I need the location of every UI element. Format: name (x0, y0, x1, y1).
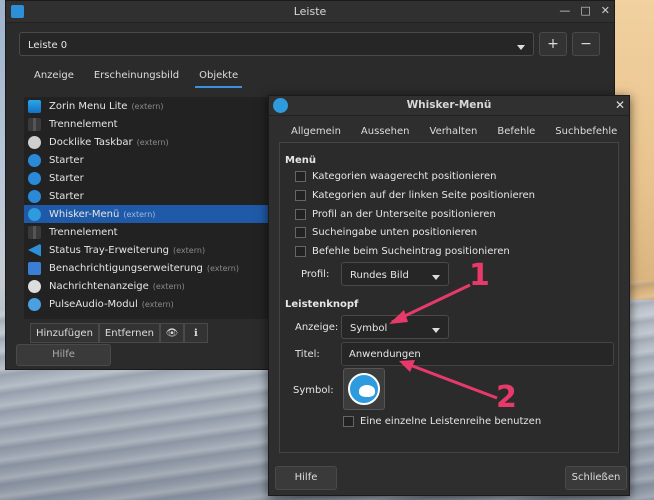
checkbox[interactable] (295, 227, 306, 238)
tab-erscheinungsbild[interactable]: Erscheinungsbild (84, 64, 189, 88)
chevron-down-icon (432, 275, 440, 280)
list-item[interactable]: Zorin Menu Lite (extern) (24, 97, 270, 115)
panel-select[interactable]: Leiste 0 (19, 32, 534, 56)
main-help-button[interactable]: Hilfe (16, 344, 111, 366)
chevron-down-icon (432, 328, 440, 333)
tray-icon (28, 243, 41, 257)
zorin-icon (28, 99, 41, 113)
separator-icon (28, 225, 41, 239)
maximize-icon[interactable]: □ (580, 4, 590, 17)
list-item[interactable]: Trennelement (24, 115, 270, 133)
checkbox[interactable] (295, 246, 306, 257)
separator-icon (28, 117, 41, 131)
dialog-titlebar: Whisker-Menü ✕ (269, 96, 629, 116)
eye-icon[interactable]: 👁 (159, 323, 184, 343)
tab-aussehen[interactable]: Aussehen (351, 120, 420, 144)
checkbox-search-bottom[interactable]: Sucheingabe unten positionieren (295, 227, 477, 238)
annotation-label-1: 1 (469, 258, 490, 293)
checkbox[interactable] (295, 190, 306, 201)
checkbox-profile-bottom[interactable]: Profil an der Unterseite positionieren (295, 209, 496, 220)
launcher-icon (28, 189, 41, 203)
list-item[interactable]: Status Tray-Erweiterung (extern) (24, 241, 270, 259)
dialog-title: Whisker-Menü (406, 99, 492, 111)
list-item[interactable]: Trennelement (24, 223, 270, 241)
list-item[interactable]: Starter (24, 187, 270, 205)
dialog-tabs: Allgemein Aussehen Verhalten Befehle Suc… (281, 120, 627, 144)
checkbox[interactable] (343, 416, 354, 427)
checkbox-horizontal-categories[interactable]: Kategorien waagerecht positionieren (295, 171, 496, 182)
item-toolbar: Hinzufügen Entfernen 👁 ℹ (30, 323, 208, 343)
remove-panel-button[interactable]: − (572, 32, 600, 56)
list-item-selected[interactable]: Whisker-Menü (extern) (24, 205, 270, 223)
symbol-label: Symbol: (293, 385, 334, 396)
checkbox-commands-search[interactable]: Befehle beim Sucheintrag positionieren (295, 246, 510, 257)
list-item[interactable]: Starter (24, 151, 270, 169)
chevron-down-icon (517, 45, 525, 50)
tab-verhalten[interactable]: Verhalten (420, 120, 488, 144)
whisker-icon (348, 373, 380, 405)
tab-objekte[interactable]: Objekte (189, 64, 248, 88)
remove-item-button[interactable]: Entfernen (98, 323, 160, 343)
main-tabs: Anzeige Erscheinungsbild Objekte (24, 64, 248, 88)
checkbox[interactable] (295, 171, 306, 182)
docklike-icon (28, 135, 41, 149)
close-icon[interactable]: ✕ (601, 4, 610, 17)
whisker-menu-dialog: Whisker-Menü ✕ Allgemein Aussehen Verhal… (268, 95, 630, 496)
dialog-close-button[interactable]: Schließen (565, 466, 627, 490)
launcher-icon (28, 171, 41, 185)
list-item[interactable]: Starter (24, 169, 270, 187)
title-label: Titel: (295, 349, 320, 360)
symbol-button[interactable] (343, 368, 385, 410)
display-label: Anzeige: (295, 322, 339, 333)
panel-select-value: Leiste 0 (28, 40, 68, 51)
appearance-panel (279, 142, 619, 453)
dialog-help-button[interactable]: Hilfe (275, 466, 337, 490)
annotation-label-2: 2 (496, 380, 517, 415)
menu-section-title: Menü (285, 155, 316, 166)
checkbox[interactable] (295, 209, 306, 220)
add-panel-button[interactable]: + (539, 32, 567, 56)
close-icon[interactable]: ✕ (615, 98, 625, 112)
profile-select[interactable]: Rundes Bild (341, 262, 449, 286)
tab-allgemein[interactable]: Allgemein (281, 120, 351, 144)
list-item[interactable]: Nachrichtenanzeige (extern) (24, 277, 270, 295)
list-item[interactable]: PulseAudio-Modul (extern) (24, 295, 270, 313)
notification-icon (28, 261, 41, 275)
pulseaudio-icon (28, 297, 41, 311)
tab-befehle[interactable]: Befehle (487, 120, 545, 144)
main-titlebar: Leiste — □ ✕ (6, 1, 614, 23)
tab-anzeige[interactable]: Anzeige (24, 64, 84, 88)
add-item-button[interactable]: Hinzufügen (30, 323, 99, 343)
main-window-title: Leiste (293, 5, 327, 18)
display-select[interactable]: Symbol (341, 315, 449, 339)
list-item[interactable]: Benachrichtigungserweiterung (extern) (24, 259, 270, 277)
info-icon[interactable]: ℹ (183, 323, 208, 343)
launcher-icon (28, 153, 41, 167)
panel-button-section-title: Leistenknopf (285, 299, 359, 310)
profile-label: Profil: (301, 269, 330, 280)
list-item[interactable]: Docklike Taskbar (extern) (24, 133, 270, 151)
whisker-icon (28, 207, 41, 221)
checkbox-single-row[interactable]: Eine einzelne Leistenreihe benutzen (343, 416, 541, 427)
panel-items-list: Zorin Menu Lite (extern) Trennelement Doc… (24, 97, 270, 319)
title-input[interactable]: Anwendungen (341, 342, 614, 366)
minimize-icon[interactable]: — (559, 4, 570, 17)
tab-suchbefehle[interactable]: Suchbefehle (545, 120, 627, 144)
checkbox-categories-left[interactable]: Kategorien auf der linken Seite position… (295, 190, 535, 201)
indicator-icon (28, 279, 41, 293)
